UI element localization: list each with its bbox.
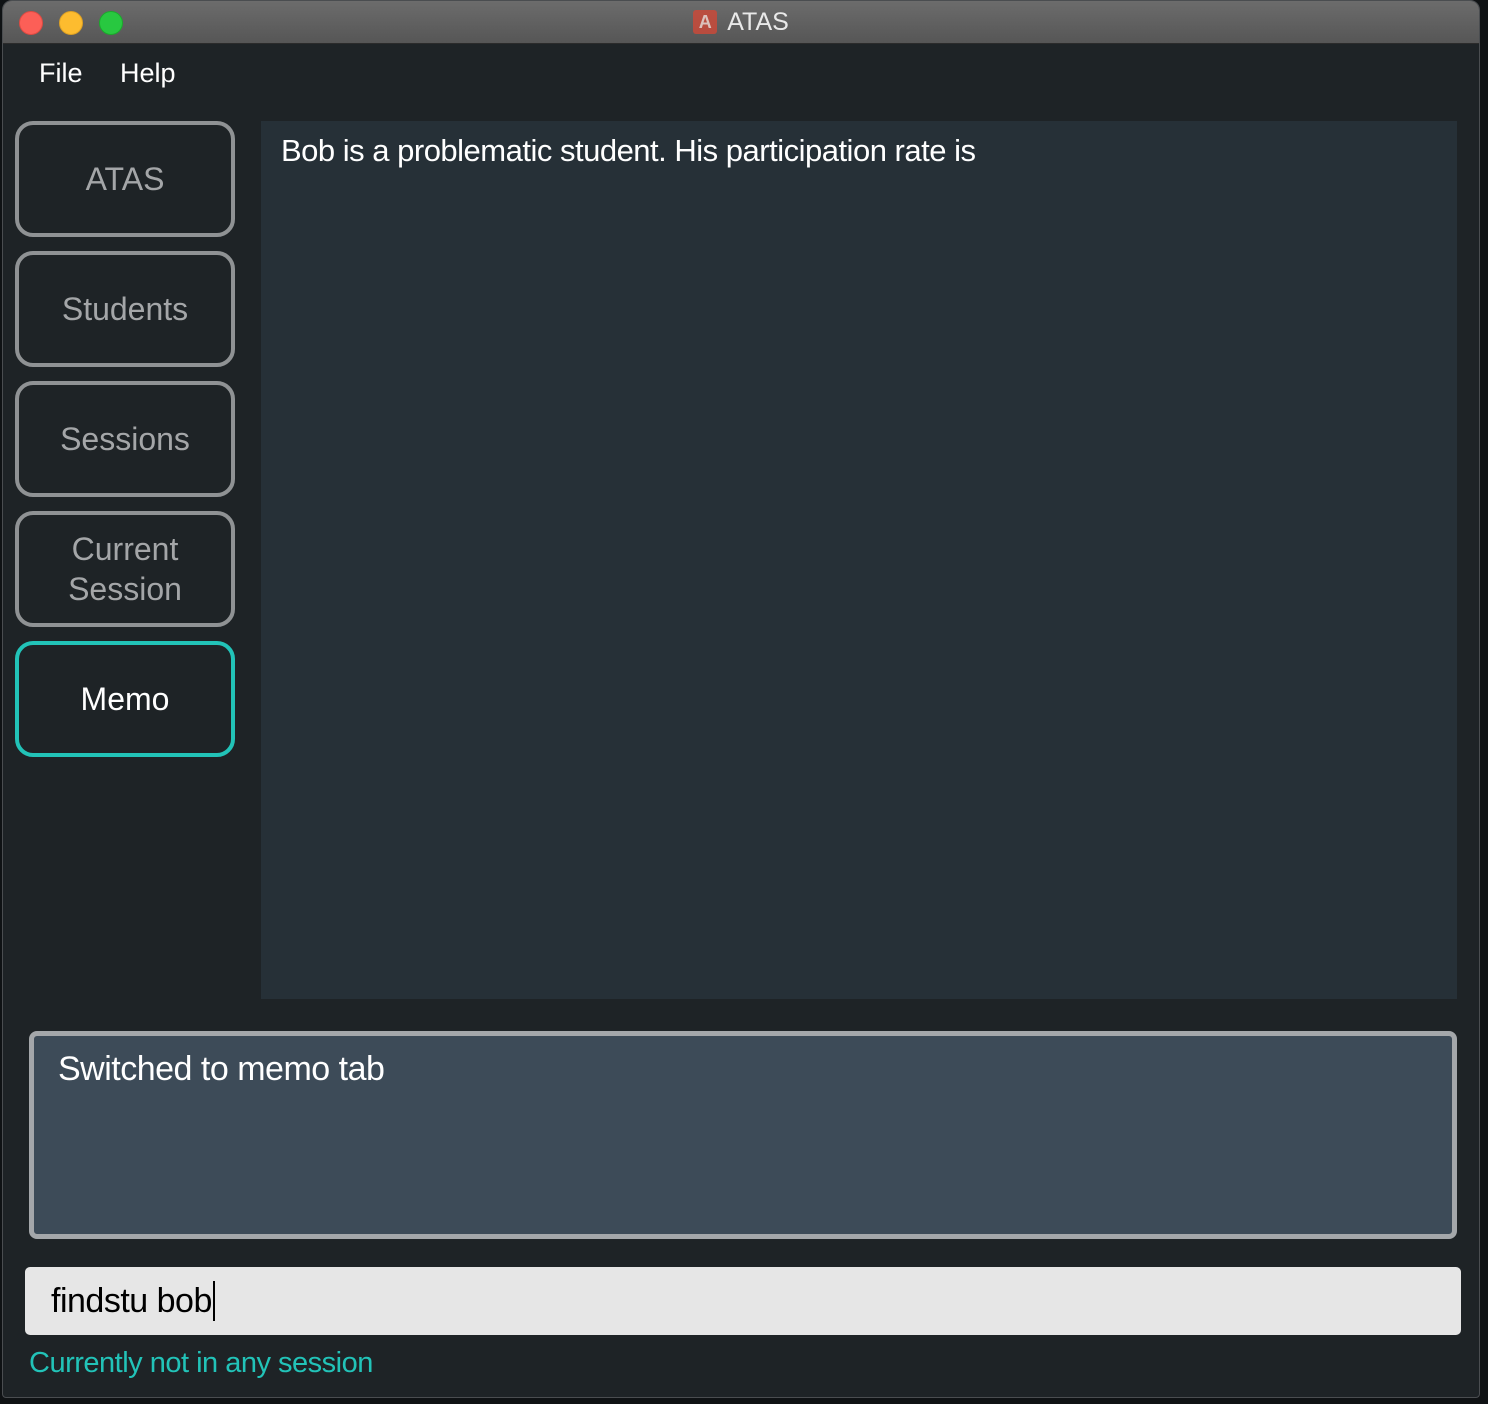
command-input[interactable]: findstu bob	[25, 1267, 1461, 1335]
title-bar: A ATAS	[3, 1, 1479, 44]
result-message: Switched to memo tab	[58, 1050, 385, 1088]
memo-content[interactable]: Bob is a problematic student. His partic…	[281, 133, 976, 169]
tab-memo[interactable]: Memo	[15, 641, 235, 757]
tab-students[interactable]: Students	[15, 251, 235, 367]
memo-panel[interactable]: Bob is a problematic student. His partic…	[261, 121, 1457, 999]
text-caret	[212, 1281, 215, 1321]
menu-bar: File Help	[3, 44, 1479, 106]
tab-atas[interactable]: ATAS	[15, 121, 235, 237]
menu-help[interactable]: Help	[120, 58, 176, 89]
app-window: A ATAS File Help ATAS Students Sessions …	[2, 0, 1480, 1398]
window-title-group: A ATAS	[3, 1, 1479, 43]
tab-current-session[interactable]: Current Session	[15, 511, 235, 627]
session-status: Currently not in any session	[29, 1347, 373, 1379]
command-input-value[interactable]: findstu bob	[51, 1282, 212, 1321]
app-icon: A	[693, 10, 718, 34]
menu-file[interactable]: File	[39, 58, 83, 89]
tab-sessions[interactable]: Sessions	[15, 381, 235, 497]
result-display: Switched to memo tab	[29, 1031, 1457, 1239]
window-title: ATAS	[727, 7, 789, 36]
